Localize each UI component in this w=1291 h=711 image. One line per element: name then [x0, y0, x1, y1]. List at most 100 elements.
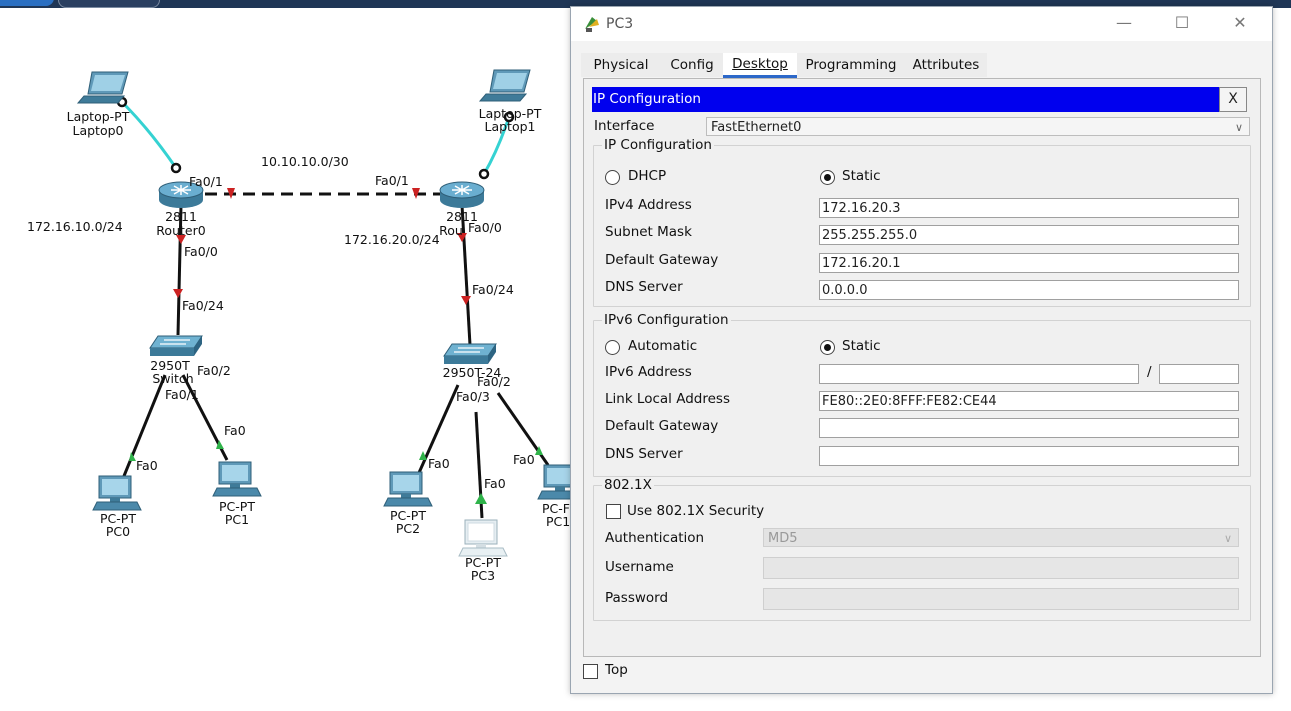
interface-label: Interface	[594, 118, 655, 134]
pc0[interactable]	[92, 475, 142, 511]
ipv6-dns-server-field[interactable]	[819, 446, 1239, 466]
switch1[interactable]	[443, 343, 497, 365]
port-label: Fa0	[224, 423, 246, 438]
laptop1[interactable]	[479, 69, 531, 102]
laptop0-name-label: Laptop0	[73, 123, 124, 138]
ipv4-address-field[interactable]: 172.16.20.3	[819, 198, 1239, 218]
ip-configuration-header: IP Configuration X	[592, 87, 1247, 112]
port-label: Fa0/24	[472, 282, 514, 297]
ipv6-static-radio[interactable]	[820, 340, 835, 355]
ipv6-default-gateway-label: Default Gateway	[605, 418, 719, 434]
tab-attributes[interactable]: Attributes	[905, 53, 987, 77]
router1[interactable]	[439, 181, 485, 209]
port-label: Fa0/0	[184, 244, 218, 259]
tab-programming[interactable]: Programming	[797, 53, 905, 77]
ipv6-address-field[interactable]	[819, 364, 1139, 384]
tab-config[interactable]: Config	[661, 53, 723, 77]
pc3[interactable]	[458, 519, 508, 557]
router0-name-label: Router0	[156, 223, 205, 238]
port-label: Fa0/2	[197, 363, 231, 378]
laptop0-model-label: Laptop-PT	[67, 109, 130, 124]
switch0[interactable]	[149, 335, 203, 357]
ipv4-config-group: IP Configuration DHCP Static IPv4 Addres…	[593, 137, 1251, 307]
static-radio[interactable]	[820, 170, 835, 185]
ipv6-dns-server-label: DNS Server	[605, 446, 683, 462]
ipv6-config-group: IPv6 Configuration Automatic Static IPv6…	[593, 312, 1251, 477]
packet-tracer-icon	[585, 17, 599, 32]
password-field[interactable]	[763, 588, 1239, 610]
ipv4-address-label: IPv4 Address	[605, 197, 692, 213]
cable-switch1-pc3[interactable]	[474, 411, 487, 519]
subnet-mask-field[interactable]: 255.255.255.0	[819, 225, 1239, 245]
use-8021x-label: Use 802.1X Security	[627, 503, 765, 519]
desktop-panel: IP Configuration X Interface FastEtherne…	[583, 78, 1261, 657]
ipv6-group-label: IPv6 Configuration	[602, 312, 731, 328]
pc3-window: PC3 — ☐ ✕ Physical Config Desktop Progra…	[570, 6, 1273, 694]
port-label: Fa0/24	[182, 298, 224, 313]
network-label-wan: 10.10.10.0/30	[261, 154, 349, 169]
pc2[interactable]	[383, 471, 433, 507]
network-label-lan-right: 172.16.20.0/24	[344, 232, 440, 247]
dhcp-radio[interactable]	[605, 170, 620, 185]
window-titlebar[interactable]: PC3 — ☐ ✕	[571, 7, 1272, 41]
ipv6-automatic-radio[interactable]	[605, 340, 620, 355]
dns-server-label: DNS Server	[605, 279, 683, 295]
use-8021x-checkbox[interactable]	[606, 504, 621, 519]
pc1[interactable]	[212, 461, 262, 497]
minimize-button[interactable]: —	[1102, 12, 1146, 36]
maximize-button[interactable]: ☐	[1160, 12, 1204, 36]
dhcp-label: DHCP	[628, 168, 667, 184]
username-label: Username	[605, 559, 674, 575]
top-label: Top	[605, 662, 628, 678]
link-local-address-label: Link Local Address	[605, 391, 730, 407]
chevron-down-icon: ∨	[1223, 532, 1232, 545]
port-label: Fa0	[136, 458, 158, 473]
static-label: Static	[842, 168, 881, 184]
password-label: Password	[605, 590, 669, 606]
pc2-name-label: PC2	[396, 521, 420, 536]
dot1x-config-group: 802.1X Use 802.1X Security Authenticatio…	[593, 477, 1251, 621]
ip-configuration-close-button[interactable]: X	[1219, 87, 1247, 112]
laptop0[interactable]	[77, 71, 129, 104]
port-label: Fa0/1	[165, 387, 199, 402]
port-label: Fa0	[484, 476, 506, 491]
tab-physical[interactable]: Physical	[581, 53, 661, 77]
port-label: Fa0	[513, 452, 535, 467]
default-gateway-field[interactable]: 172.16.20.1	[819, 253, 1239, 273]
username-field[interactable]	[763, 557, 1239, 579]
tab-desktop[interactable]: Desktop	[723, 53, 797, 78]
dns-server-field[interactable]: 0.0.0.0	[819, 280, 1239, 300]
laptop1-name-label: Laptop1	[485, 119, 536, 134]
close-button[interactable]: ✕	[1218, 12, 1262, 36]
ipv4-group-label: IP Configuration	[602, 137, 714, 153]
pc3-name-label: PC3	[471, 568, 495, 583]
pc1-name-label: PC1	[225, 512, 249, 527]
top-checkbox[interactable]	[583, 664, 598, 679]
router1-name-label: Rou	[439, 223, 463, 238]
port-label: Fa0/2	[477, 374, 511, 389]
pc-right-name-label: PC1	[546, 514, 570, 529]
ipv6-address-label: IPv6 Address	[605, 364, 692, 380]
authentication-select[interactable]: MD5 ∨	[763, 528, 1239, 547]
subnet-mask-label: Subnet Mask	[605, 224, 692, 240]
pc0-name-label: PC0	[106, 524, 130, 539]
dot1x-group-label: 802.1X	[602, 477, 654, 493]
link-local-address-field[interactable]: FE80::2E0:8FFF:FE82:CE44	[819, 391, 1239, 411]
chevron-down-icon: ∨	[1234, 121, 1243, 134]
window-title: PC3	[606, 16, 634, 32]
port-label: Fa0/3	[456, 389, 490, 404]
network-label-lan-left: 172.16.10.0/24	[27, 219, 123, 234]
default-gateway-label: Default Gateway	[605, 252, 719, 268]
port-label: Fa0/1	[375, 173, 409, 188]
router0-model-label: 2811	[165, 209, 197, 224]
port-label: Fa0/0	[468, 220, 502, 235]
port-label: Fa0	[428, 456, 450, 471]
ipv6-prefix-field[interactable]	[1159, 364, 1239, 384]
ipv6-default-gateway-field[interactable]	[819, 418, 1239, 438]
cable-router0-router1-serial[interactable]	[205, 188, 440, 199]
port-label: Fa0/1	[189, 174, 223, 189]
interface-select[interactable]: FastEthernet0 ∨	[706, 117, 1250, 136]
ipv6-automatic-label: Automatic	[628, 338, 698, 354]
ipv6-static-label: Static	[842, 338, 881, 354]
switch0-name-label: Switch	[152, 371, 193, 386]
